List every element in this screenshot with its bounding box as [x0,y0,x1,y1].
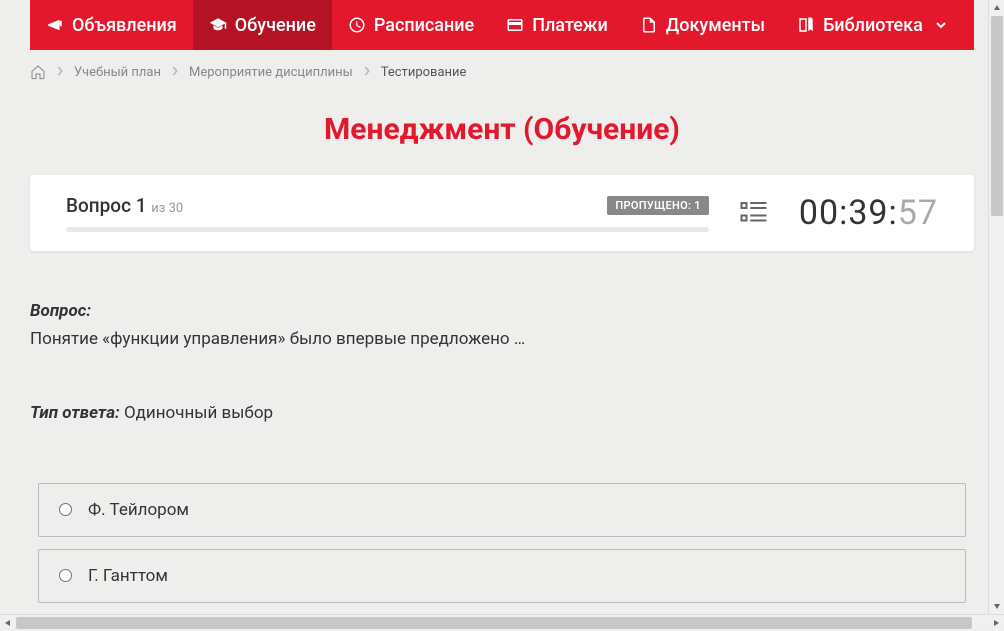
breadcrumb-current: Тестирование [381,65,467,80]
option-item[interactable]: Г. Ганттом [38,549,966,603]
question-list-icon[interactable] [739,198,769,228]
question-text: Понятие «функции управления» было впервы… [30,327,974,353]
option-label: Г. Ганттом [88,566,168,586]
main-nav: Объявления Обучение Расписание Платежи [30,0,974,50]
progress-bar [66,227,709,232]
chevron-down-icon [935,19,947,31]
option-radio[interactable] [59,503,72,516]
question-number: Вопрос 1 из 30 [66,194,183,217]
vertical-scrollbar[interactable] [988,0,1004,614]
nav-item-announcements[interactable]: Объявления [30,0,193,50]
nav-label: Документы [666,15,765,36]
book-icon [797,16,815,34]
skipped-badge: ПРОПУЩЕНО: 1 [607,196,708,215]
nav-item-schedule[interactable]: Расписание [332,0,490,50]
scrollbar-thumb[interactable] [16,617,972,629]
nav-label: Библиотека [823,15,923,36]
chevron-right-icon [56,65,64,80]
chevron-right-icon [171,65,179,80]
scroll-up-arrow-icon[interactable] [989,0,1004,16]
nav-item-documents[interactable]: Документы [624,0,781,50]
nav-item-learning[interactable]: Обучение [193,0,332,50]
scroll-right-arrow-icon[interactable] [988,615,1004,631]
option-radio[interactable] [59,569,72,582]
question-heading: Вопрос: [30,301,974,321]
graduation-icon [209,16,227,34]
clock-icon [348,16,366,34]
nav-label: Расписание [374,15,474,36]
nav-item-library[interactable]: Библиотека [781,0,963,50]
nav-label: Платежи [532,15,608,36]
nav-label: Обучение [235,15,316,36]
breadcrumb-link-event[interactable]: Мероприятие дисциплины [189,65,353,80]
answer-type: Тип ответа: Одиночный выбор [30,403,974,423]
nav-label: Объявления [72,15,177,36]
horizontal-scrollbar[interactable] [0,614,1004,630]
breadcrumb: Учебный план Мероприятие дисциплины Тест… [30,50,974,94]
options-list: Ф. Тейлором Г. Ганттом А. Файолем [30,483,974,615]
scrollbar-thumb[interactable] [991,16,1003,216]
nav-item-payments[interactable]: Платежи [490,0,624,50]
option-label: Ф. Тейлором [88,500,189,520]
option-item[interactable]: Ф. Тейлором [38,483,966,537]
chevron-right-icon [363,65,371,80]
scroll-down-arrow-icon[interactable] [989,598,1004,614]
megaphone-icon [46,16,64,34]
card-icon [506,16,524,34]
timer: 00:39:57 [799,193,938,233]
scroll-left-arrow-icon[interactable] [0,615,16,631]
status-bar: Вопрос 1 из 30 ПРОПУЩЕНО: 1 0 [30,175,974,251]
home-icon[interactable] [30,64,46,80]
document-icon [640,16,658,34]
page-title: Менеджмент (Обучение) [30,94,974,175]
breadcrumb-link-plan[interactable]: Учебный план [74,65,161,80]
